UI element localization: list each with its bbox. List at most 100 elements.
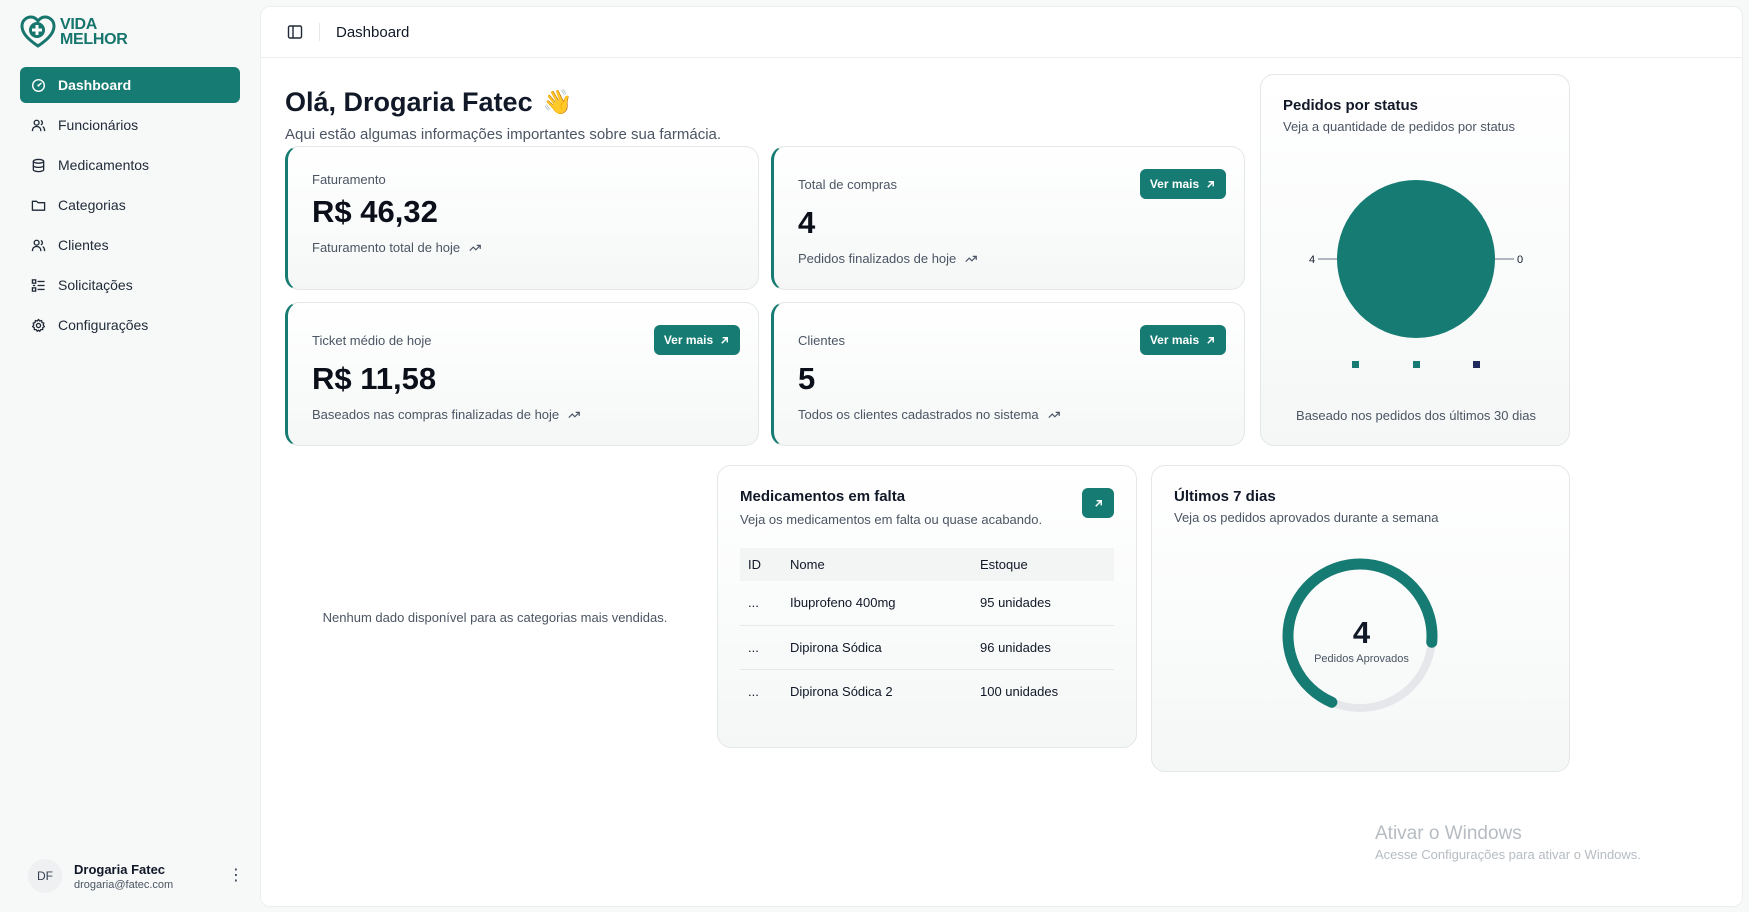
clients-value: 5 bbox=[798, 361, 816, 396]
table-row[interactable]: ... Ibuprofeno 400mg 95 unidades bbox=[740, 581, 1114, 626]
arrow-up-right-icon bbox=[721, 336, 729, 344]
ticket-label: Ticket médio de hoje bbox=[312, 333, 432, 348]
sidebar-item-categorias[interactable]: Categorias bbox=[20, 187, 240, 223]
missing-open-button[interactable] bbox=[1082, 488, 1114, 518]
column-header: Nome bbox=[790, 548, 980, 581]
sidebar-item-clientes[interactable]: Clientes bbox=[20, 227, 240, 263]
week-subtitle: Veja os pedidos aprovados durante a sema… bbox=[1174, 510, 1439, 525]
users-icon bbox=[30, 117, 46, 133]
ticket-card: Ticket médio de hoje R$ 11,58 Baseados n… bbox=[285, 302, 759, 446]
table-header: ID Nome Estoque bbox=[740, 548, 1114, 581]
missing-table: ID Nome Estoque ... Ibuprofeno 400mg 95 … bbox=[740, 548, 1114, 713]
clients-note: Todos os clientes cadastrados no sistema bbox=[798, 407, 1039, 422]
sidebar-item-medicamentos[interactable]: Medicamentos bbox=[20, 147, 240, 183]
orders-status-footer: Baseado nos pedidos dos últimos 30 dias bbox=[1296, 408, 1536, 423]
column-header: ID bbox=[740, 548, 790, 581]
cell-name: Dipirona Sódica 2 bbox=[790, 683, 893, 699]
brand-logo[interactable]: VIDA MELHOR bbox=[20, 14, 128, 50]
brand-name-line2: MELHOR bbox=[60, 31, 128, 48]
table-row[interactable]: ... Dipirona Sódica 96 unidades bbox=[740, 625, 1114, 670]
pie-slice bbox=[1337, 180, 1495, 338]
database-icon bbox=[30, 157, 46, 173]
revenue-note: Faturamento total de hoje bbox=[312, 240, 461, 255]
user-email: drogaria@fatec.com bbox=[74, 878, 174, 891]
gauge-icon bbox=[30, 77, 46, 93]
arrow-up-right-icon bbox=[1207, 180, 1215, 188]
topbar-divider bbox=[319, 23, 320, 41]
week-title: Últimos 7 dias bbox=[1174, 488, 1276, 505]
cell-stock: 95 unidades bbox=[980, 581, 1114, 626]
categories-empty-state: Nenhum dado disponível para as categoria… bbox=[322, 610, 668, 625]
sidebar-item-label: Categorias bbox=[58, 197, 126, 213]
waving-hand-icon: 👋 bbox=[542, 89, 573, 116]
sidebar-item-funcionarios[interactable]: Funcionários bbox=[20, 107, 240, 143]
sidebar-item-label: Solicitações bbox=[58, 277, 133, 293]
main-content: Dashboard Olá, Drogaria Fatec 👋 Aqui est… bbox=[260, 6, 1743, 907]
column-header: Estoque bbox=[980, 548, 1114, 581]
purchases-value: 4 bbox=[798, 205, 816, 240]
cell-name: Dipirona Sódica bbox=[790, 625, 980, 670]
watermark-subtitle: Acesse Configurações para ativar o Windo… bbox=[1375, 847, 1641, 862]
sidebar: VIDA MELHOR Dashboard Funcionários Medic… bbox=[0, 0, 258, 912]
approved-orders-value: 4 bbox=[1352, 615, 1371, 650]
purchases-note: Pedidos finalizados de hoje bbox=[798, 251, 957, 266]
purchases-card: Total de compras 4 Pedidos finalizados d… bbox=[771, 146, 1245, 290]
missing-subtitle: Veja os medicamentos em falta ou quase a… bbox=[740, 512, 1043, 527]
page-subtitle: Aqui estão algumas informações important… bbox=[285, 126, 722, 143]
sidebar-item-label: Configurações bbox=[58, 317, 149, 333]
clients-see-more-button[interactable]: Ver mais bbox=[1140, 325, 1226, 355]
more-vertical-icon[interactable]: ⋮ bbox=[228, 868, 244, 884]
legend-marker bbox=[1352, 361, 1359, 368]
clients-label: Clientes bbox=[798, 333, 845, 348]
orders-status-panel: Pedidos por status Veja a quantidade de … bbox=[1260, 74, 1570, 446]
ticket-note: Baseados nas compras finalizadas de hoje bbox=[312, 407, 560, 422]
users-icon bbox=[30, 237, 46, 253]
table-row[interactable]: ... Dipirona Sódica 2 100 unidades bbox=[740, 669, 1114, 713]
last-7-days-panel: Últimos 7 dias Veja os pedidos aprovados… bbox=[1151, 465, 1570, 772]
sidebar-toggle-icon[interactable] bbox=[287, 24, 303, 40]
sidebar-item-label: Funcionários bbox=[58, 117, 139, 133]
user-profile[interactable]: DF Drogaria Fatec drogaria@fatec.com ⋮ bbox=[28, 858, 244, 894]
user-name: Drogaria Fatec bbox=[74, 861, 166, 877]
cell-id: ... bbox=[748, 683, 759, 699]
legend-marker bbox=[1413, 361, 1420, 368]
windows-activation-watermark: Ativar o Windows Acesse Configurações pa… bbox=[1375, 823, 1641, 862]
purchases-label: Total de compras bbox=[798, 177, 897, 192]
missing-medicines-panel: Medicamentos em falta Veja os medicament… bbox=[717, 465, 1137, 748]
cell-stock: 96 unidades bbox=[980, 625, 1114, 670]
topbar: Dashboard bbox=[261, 7, 1742, 58]
sidebar-item-dashboard[interactable]: Dashboard bbox=[20, 67, 240, 103]
sidebar-item-solicitacoes[interactable]: Solicitações bbox=[20, 267, 240, 303]
clients-card: Clientes 5 Todos os clientes cadastrados… bbox=[771, 302, 1245, 446]
sidebar-item-label: Dashboard bbox=[58, 77, 132, 93]
cell-id: ... bbox=[740, 581, 790, 626]
orders-status-subtitle: Veja a quantidade de pedidos por status bbox=[1283, 119, 1516, 134]
pie-label-left: 4 bbox=[1309, 254, 1315, 266]
sidebar-item-label: Medicamentos bbox=[58, 157, 150, 173]
sidebar-nav: Dashboard Funcionários Medicamentos Cate… bbox=[20, 67, 240, 347]
folder-icon bbox=[30, 197, 46, 213]
cell-stock: 100 unidades bbox=[980, 683, 1059, 699]
gear-icon bbox=[30, 317, 46, 333]
orders-status-title: Pedidos por status bbox=[1283, 97, 1419, 114]
ticket-value: R$ 11,58 bbox=[312, 361, 437, 396]
pie-label-right: 0 bbox=[1517, 254, 1523, 266]
approved-orders-label: Pedidos Aprovados bbox=[1314, 653, 1409, 665]
legend-marker bbox=[1473, 361, 1480, 368]
trending-up-icon bbox=[965, 255, 978, 262]
heart-cross-icon bbox=[20, 15, 56, 48]
trending-up-icon bbox=[469, 244, 482, 251]
trending-up-icon bbox=[568, 411, 581, 418]
orders-status-pie: 4 0 bbox=[1309, 180, 1523, 338]
trending-up-icon bbox=[1047, 411, 1060, 418]
sidebar-item-configuracoes[interactable]: Configurações bbox=[20, 307, 240, 343]
revenue-value: R$ 46,32 bbox=[312, 194, 438, 229]
arrow-up-right-icon bbox=[1094, 499, 1102, 507]
purchases-see-more-button[interactable]: Ver mais bbox=[1140, 169, 1226, 199]
ticket-see-more-button[interactable]: Ver mais bbox=[654, 325, 740, 355]
watermark-title: Ativar o Windows bbox=[1375, 823, 1522, 844]
arrow-up-right-icon bbox=[1207, 336, 1215, 344]
sidebar-item-label: Clientes bbox=[58, 237, 109, 253]
breadcrumb: Dashboard bbox=[336, 23, 410, 41]
cell-id: ... bbox=[740, 625, 790, 670]
